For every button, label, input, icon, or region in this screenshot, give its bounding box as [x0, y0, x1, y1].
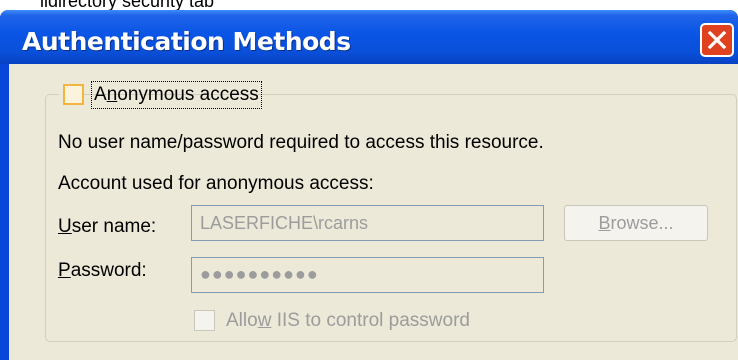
close-button[interactable] — [700, 23, 734, 57]
authentication-methods-dialog: Authentication Methods Anonymous access … — [0, 10, 738, 360]
dialog-client-area: Anonymous access No user name/password r… — [9, 64, 738, 360]
allow-iis-checkbox[interactable] — [194, 310, 215, 331]
user-name-field[interactable]: LASERFICHE\rcarns — [191, 205, 544, 241]
anonymous-access-label[interactable]: Anonymous access — [91, 81, 262, 109]
password-label: Password: — [58, 260, 147, 281]
dialog-title: Authentication Methods — [22, 27, 351, 56]
user-name-label: User name: — [58, 216, 157, 237]
anonymous-access-checkbox[interactable] — [63, 84, 84, 105]
account-heading: Account used for anonymous access: — [58, 173, 374, 194]
close-icon — [707, 30, 727, 50]
title-bar[interactable]: Authentication Methods — [0, 10, 738, 64]
password-field[interactable]: ●●●●●●●●●● — [191, 257, 544, 293]
anonymous-description: No user name/password required to access… — [58, 132, 544, 153]
anonymous-access-legend: Anonymous access — [59, 80, 262, 110]
browse-button[interactable]: Browse... — [564, 205, 708, 241]
allow-iis-label[interactable]: Allow IIS to control password — [226, 309, 470, 333]
